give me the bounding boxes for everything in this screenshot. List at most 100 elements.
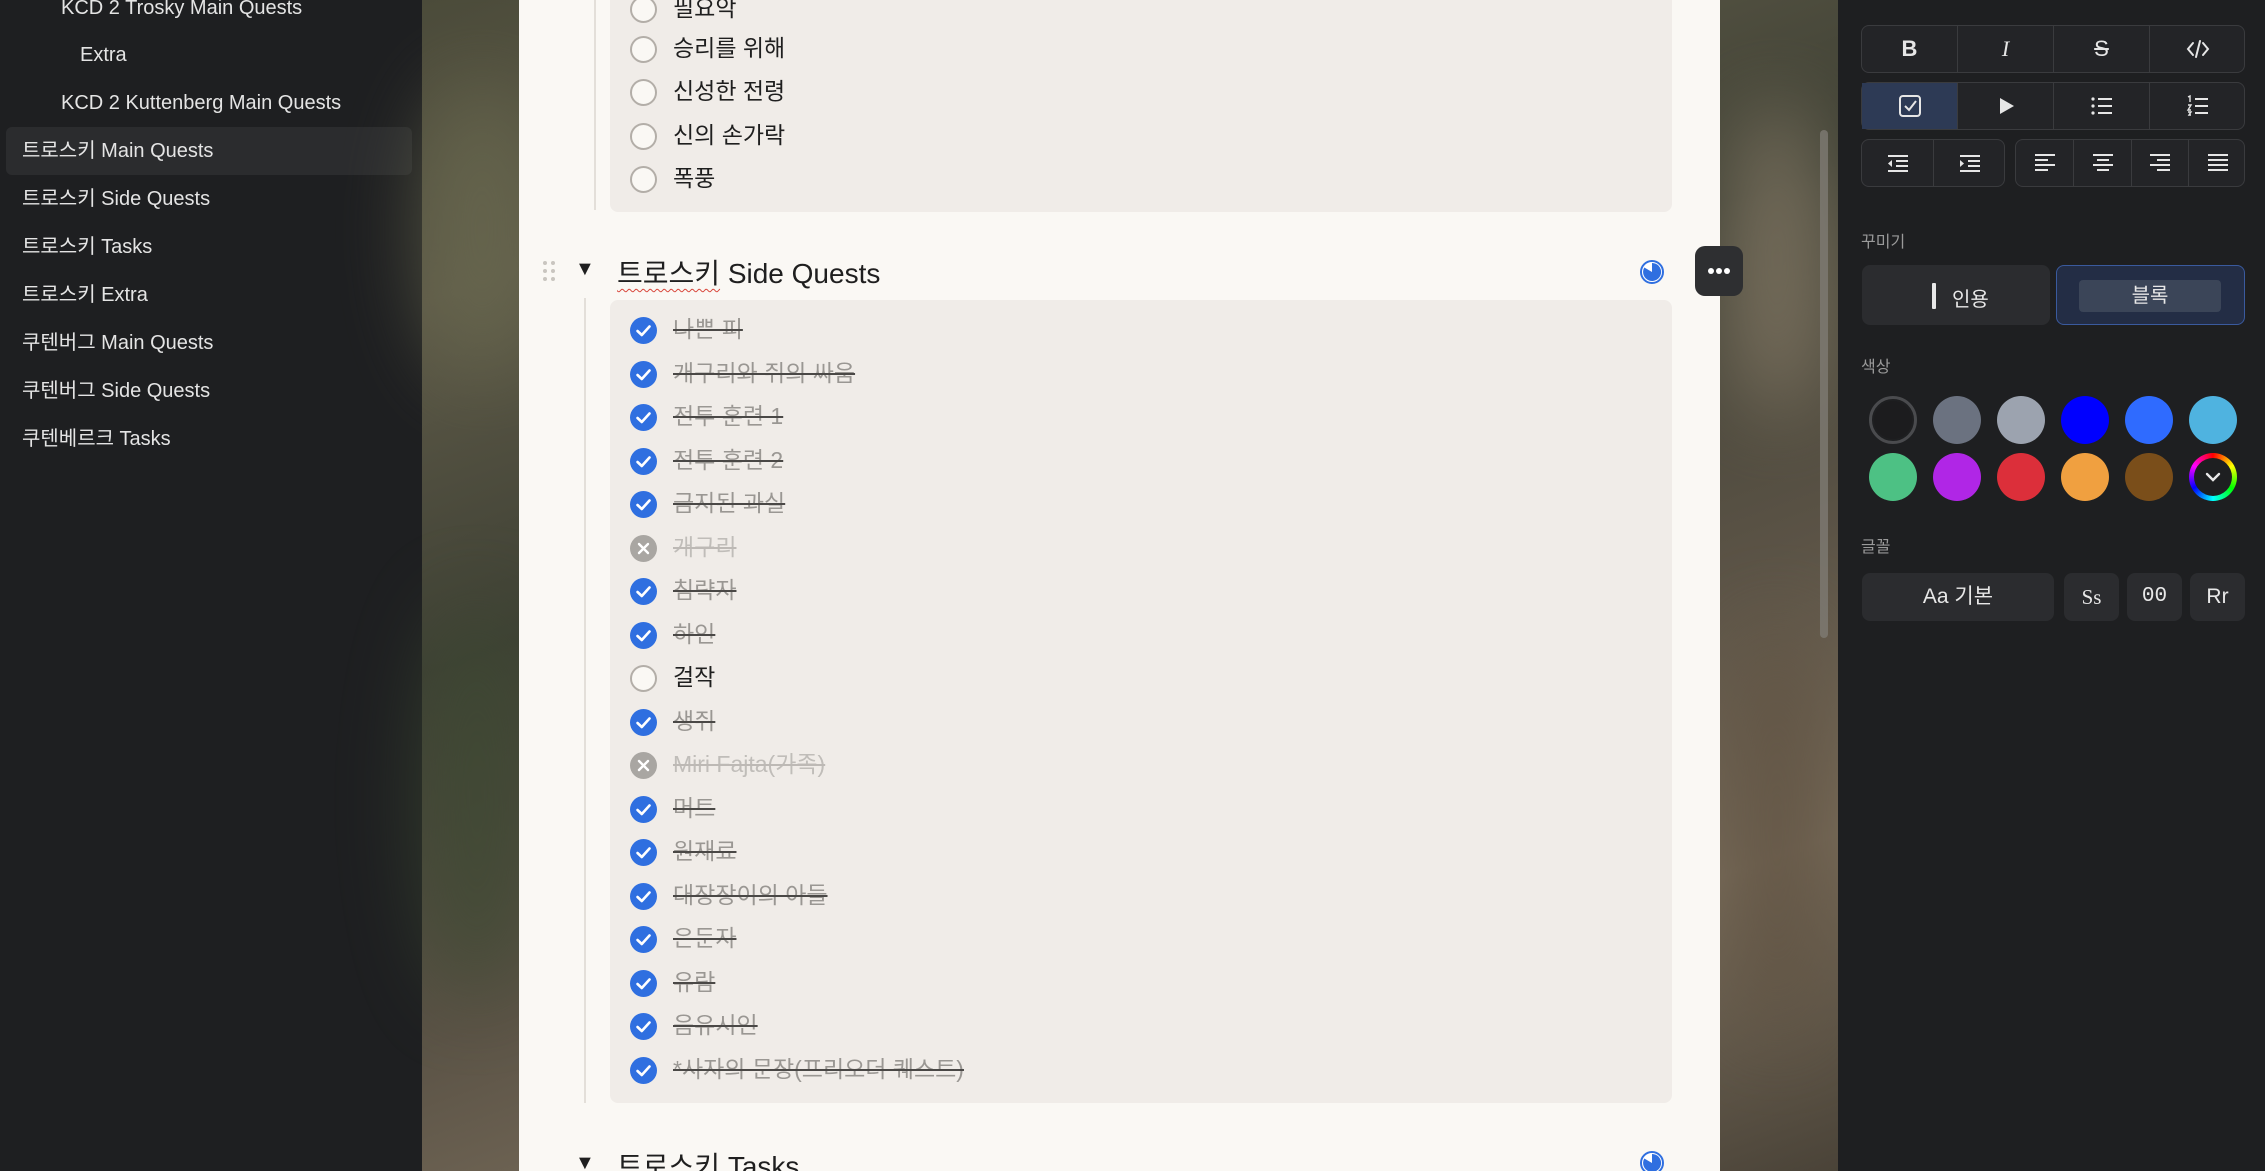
- font-label: 글꼴: [1861, 539, 1891, 556]
- checklist-button[interactable]: [1862, 83, 1958, 129]
- sidebar-item-kuttenberg-main[interactable]: 쿠텐버그 Main Quests: [22, 319, 213, 367]
- heading-word: 트로스키: [617, 1151, 721, 1171]
- align-center-button[interactable]: [2074, 140, 2132, 186]
- color-swatch[interactable]: [1869, 453, 1917, 501]
- checkbox-cancelled-icon[interactable]: [630, 535, 657, 562]
- checkbox-checked-icon[interactable]: [630, 709, 657, 736]
- align-right-button[interactable]: [2132, 140, 2189, 186]
- sidebar-item-trosky-tasks[interactable]: 트로스키 Tasks: [22, 223, 152, 271]
- block-guide-line: [594, 0, 596, 210]
- sidebar-item-kcd2-trosky-main[interactable]: KCD 2 Trosky Main Quests: [61, 0, 302, 32]
- more-options-button[interactable]: [1695, 246, 1743, 296]
- sidebar-item-kcd2-kuttenberg-main[interactable]: KCD 2 Kuttenberg Main Quests: [61, 79, 341, 127]
- checkbox-empty-icon[interactable]: [630, 36, 657, 63]
- code-icon: [2186, 40, 2210, 58]
- checklist-item-label: *사자의 문장(프리오더 퀘스트): [673, 1056, 964, 1082]
- drag-handle-icon[interactable]: [542, 260, 556, 282]
- checkbox-checked-icon[interactable]: [630, 926, 657, 953]
- checkbox-cancelled-icon[interactable]: [630, 752, 657, 779]
- checklist-item-label: 대장장이의 아들: [673, 882, 828, 908]
- checkbox-checked-icon[interactable]: [630, 796, 657, 823]
- custom-color-button[interactable]: [2189, 453, 2237, 501]
- checkbox-checked-icon[interactable]: [630, 578, 657, 605]
- quote-style-button[interactable]: 인용: [1862, 265, 2050, 325]
- sidebar-item-extra[interactable]: Extra: [80, 31, 127, 79]
- sidebar-item-label: 트로스키 Main Quests: [22, 140, 214, 162]
- align-justify-button[interactable]: [2189, 140, 2246, 186]
- font-mono-button[interactable]: 00: [2127, 573, 2182, 621]
- checkbox-checked-icon[interactable]: [630, 448, 657, 475]
- indent-button[interactable]: [1934, 140, 2006, 186]
- checklist-item-label: 걸작: [673, 664, 716, 690]
- list-item-label: 신성한 전령: [673, 78, 786, 104]
- sidebar-item-trosky-main[interactable]: 트로스키 Main Quests: [6, 127, 412, 175]
- toggle-collapse-icon[interactable]: ▼: [575, 258, 595, 281]
- align-left-button[interactable]: [2016, 140, 2074, 186]
- color-swatch[interactable]: [2189, 396, 2237, 444]
- checklist-item-label: 침략자: [673, 577, 737, 603]
- checkbox-checked-icon[interactable]: [630, 883, 657, 910]
- color-swatch[interactable]: [1933, 453, 1981, 501]
- italic-button[interactable]: I: [1958, 26, 2054, 72]
- font-default-button[interactable]: Aa 기본: [1862, 573, 2054, 621]
- checklist-item-label: 나쁜 피: [673, 316, 743, 342]
- checkbox-empty-icon[interactable]: [630, 665, 657, 692]
- color-swatch[interactable]: [2061, 453, 2109, 501]
- checkbox-empty-icon[interactable]: [630, 166, 657, 193]
- sidebar-item-kuttenberg-side[interactable]: 쿠텐버그 Side Quests: [22, 367, 210, 415]
- color-swatch[interactable]: [2125, 396, 2173, 444]
- checklist-item-label: 은둔자: [673, 925, 737, 951]
- checkbox-checked-icon[interactable]: [630, 1013, 657, 1040]
- more-dots-icon: [1708, 268, 1730, 274]
- checklist-item-label: 전투 훈련 2: [673, 447, 784, 473]
- progress-ring-icon: [1640, 260, 1664, 284]
- indent-group: [1861, 139, 2005, 187]
- color-swatch[interactable]: [1869, 396, 1917, 444]
- align-group: [2015, 139, 2245, 187]
- numbered-list-icon: [2186, 94, 2208, 116]
- strikethrough-button[interactable]: S: [2054, 26, 2150, 72]
- checklist-item-label: 원재료: [673, 838, 737, 864]
- section-heading: 트로스키 Side Quests: [617, 252, 880, 292]
- chevron-down-icon: [2194, 458, 2232, 496]
- color-swatch[interactable]: [1997, 396, 2045, 444]
- checkbox-checked-icon[interactable]: [630, 491, 657, 518]
- color-swatch[interactable]: [2061, 396, 2109, 444]
- checkbox-checked-icon[interactable]: [630, 404, 657, 431]
- color-swatch[interactable]: [1933, 396, 1981, 444]
- section-heading: 트로스키 Tasks: [617, 1145, 799, 1171]
- font-serif-button[interactable]: Ss: [2064, 573, 2119, 621]
- font-round-button[interactable]: Rr: [2190, 573, 2245, 621]
- block-guide-line: [584, 298, 586, 1103]
- checkbox-checked-icon[interactable]: [630, 839, 657, 866]
- sidebar-item-kuttenberg-tasks[interactable]: 쿠텐베르크 Tasks: [22, 415, 171, 463]
- align-center-icon: [2092, 154, 2113, 171]
- checkbox-checked-icon[interactable]: [630, 970, 657, 997]
- list-item-label: 승리를 위해: [673, 35, 786, 61]
- color-swatch[interactable]: [1997, 453, 2045, 501]
- list-item-label: 폭풍: [673, 165, 716, 191]
- color-label: 색상: [1861, 359, 1891, 376]
- checkbox-empty-icon[interactable]: [630, 123, 657, 150]
- checkbox-checked-icon[interactable]: [630, 317, 657, 344]
- italic-icon: I: [2001, 36, 2010, 61]
- outdent-icon: [1887, 155, 1908, 172]
- toggle-list-button[interactable]: [1958, 83, 2054, 129]
- bold-icon: B: [1901, 36, 1918, 61]
- checkbox-checked-icon[interactable]: [630, 361, 657, 388]
- toggle-collapse-icon[interactable]: ▼: [575, 1152, 595, 1171]
- code-button[interactable]: [2150, 26, 2246, 72]
- scrollbar-thumb[interactable]: [1820, 130, 1828, 638]
- bullet-list-button[interactable]: [2054, 83, 2150, 129]
- checkbox-checked-icon[interactable]: [630, 622, 657, 649]
- numbered-list-button[interactable]: [2150, 83, 2246, 129]
- color-swatch[interactable]: [2125, 453, 2173, 501]
- block-style-button[interactable]: 블록: [2056, 265, 2245, 325]
- checkbox-empty-icon[interactable]: [630, 79, 657, 106]
- sidebar-item-trosky-side[interactable]: 트로스키 Side Quests: [22, 175, 210, 223]
- outdent-button[interactable]: [1862, 140, 1934, 186]
- sidebar-item-trosky-extra[interactable]: 트로스키 Extra: [22, 271, 148, 319]
- checklist-item-label: 음유시인: [673, 1012, 758, 1038]
- bold-button[interactable]: B: [1862, 26, 1958, 72]
- checkbox-checked-icon[interactable]: [630, 1057, 657, 1084]
